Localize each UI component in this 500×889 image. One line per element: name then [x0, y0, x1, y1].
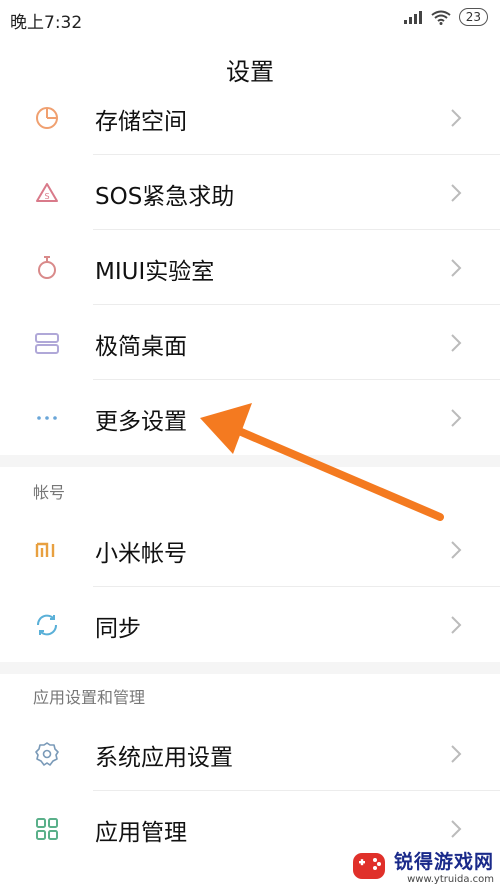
section-gap: [0, 455, 500, 467]
watermark-text: 锐得游戏网 www.ytruida.com: [394, 847, 494, 885]
status-bar: 晚上7:32 23: [0, 0, 500, 36]
setting-label: 同步: [95, 616, 141, 642]
setting-label: 应用管理: [95, 820, 187, 846]
section-gap: [0, 662, 500, 674]
setting-row-system-apps[interactable]: 系统应用设置: [0, 716, 500, 791]
section-title: 应用设置和管理: [33, 688, 146, 707]
chevron-right-icon: [451, 109, 462, 127]
mi-logo-icon: [35, 542, 55, 557]
signal-icon: [403, 11, 422, 24]
section-header-account: 帐号: [0, 467, 500, 512]
storage-pie-icon: [36, 107, 58, 129]
status-icons: 23: [403, 8, 488, 26]
section-title: 帐号: [33, 483, 66, 502]
chevron-right-icon: [451, 334, 462, 352]
more-dots-icon: [37, 416, 57, 420]
setting-row-sos[interactable]: S SOS紧急求助: [0, 155, 500, 230]
sync-icon: [36, 614, 58, 636]
wifi-icon: [431, 10, 451, 25]
setting-label: 系统应用设置: [95, 745, 233, 771]
gear-icon: [35, 742, 59, 766]
setting-label: MIUI实验室: [95, 259, 215, 285]
lab-flask-icon: [38, 256, 56, 279]
setting-label: SOS紧急求助: [95, 184, 235, 210]
watermark-logo-icon: [352, 853, 385, 879]
chevron-right-icon: [451, 745, 462, 763]
app-grid-icon: [36, 818, 58, 840]
chevron-right-icon: [451, 616, 462, 634]
section-header-apps: 应用设置和管理: [0, 674, 500, 716]
chevron-right-icon: [451, 184, 462, 202]
setting-label: 存储空间: [95, 109, 187, 135]
simple-desktop-icon: [35, 333, 59, 354]
status-time: 晚上7:32: [10, 13, 83, 33]
setting-label: 小米帐号: [95, 541, 187, 567]
svg-text:S: S: [44, 192, 49, 201]
watermark: 锐得游戏网 www.ytruida.com: [350, 847, 494, 885]
setting-row-miui-lab[interactable]: MIUI实验室: [0, 230, 500, 305]
setting-row-sync[interactable]: 同步: [0, 587, 500, 662]
chevron-right-icon: [451, 820, 462, 838]
battery-indicator: 23: [458, 8, 488, 26]
watermark-url: www.ytruida.com: [407, 874, 494, 885]
setting-label: 更多设置: [95, 409, 187, 435]
setting-label: 极简桌面: [95, 334, 187, 360]
setting-row-storage[interactable]: 存储空间: [0, 80, 500, 155]
chevron-right-icon: [451, 259, 462, 277]
chevron-right-icon: [451, 541, 462, 559]
setting-row-more-settings[interactable]: 更多设置: [0, 380, 500, 455]
watermark-brand: 锐得游戏网: [393, 851, 494, 873]
chevron-right-icon: [451, 409, 462, 427]
setting-row-simple-desktop[interactable]: 极简桌面: [0, 305, 500, 380]
setting-row-mi-account[interactable]: 小米帐号: [0, 512, 500, 587]
sos-warning-icon: S: [36, 183, 58, 202]
